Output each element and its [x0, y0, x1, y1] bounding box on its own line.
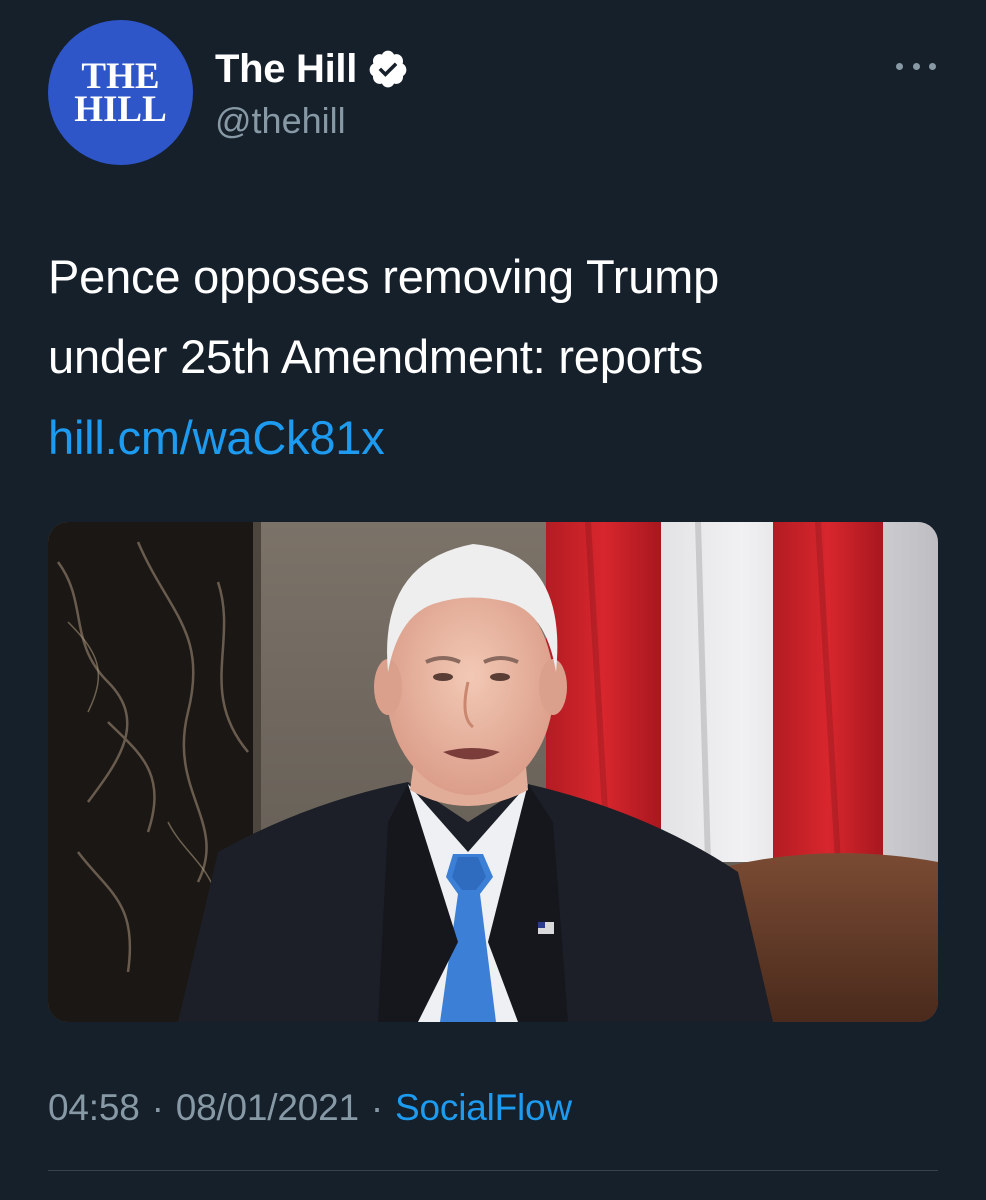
tweet-text-line-1: Pence opposes removing Trump [48, 250, 720, 303]
author-name-row[interactable]: The Hill [215, 44, 409, 94]
tweet-source-link[interactable]: SocialFlow [395, 1087, 572, 1129]
photo-illustration [48, 522, 938, 1022]
avatar[interactable]: THE HILL [48, 20, 193, 165]
tweet-text: Pence opposes removing Trump under 25th … [48, 237, 928, 397]
display-name[interactable]: The Hill [215, 47, 357, 92]
verified-badge-icon [367, 48, 409, 90]
separator: · [151, 1087, 164, 1128]
tweet-date[interactable]: 08/01/2021 [176, 1087, 359, 1129]
logo-line-1: THE [81, 55, 160, 97]
more-options-icon[interactable] [896, 56, 936, 76]
author-handle[interactable]: @thehill [215, 100, 346, 142]
tweet-photo[interactable] [48, 522, 938, 1022]
separator: · [370, 1087, 384, 1128]
tweet: THE HILL The Hill @thehill Pence opposes… [0, 0, 986, 1200]
divider [48, 1170, 938, 1171]
tweet-time[interactable]: 04:58 [48, 1087, 140, 1129]
tweet-text-line-2: under 25th Amendment: reports [48, 330, 704, 383]
more-dot [896, 62, 903, 70]
more-dot [912, 62, 920, 70]
the-hill-logo: THE HILL [48, 20, 193, 165]
more-dot [929, 62, 936, 70]
tweet-link[interactable]: hill.cm/waCk81x [48, 398, 385, 478]
logo-line-2: HILL [74, 88, 167, 130]
tweet-metadata: 04:58 · 08/01/2021 · SocialFlow [48, 1087, 572, 1129]
